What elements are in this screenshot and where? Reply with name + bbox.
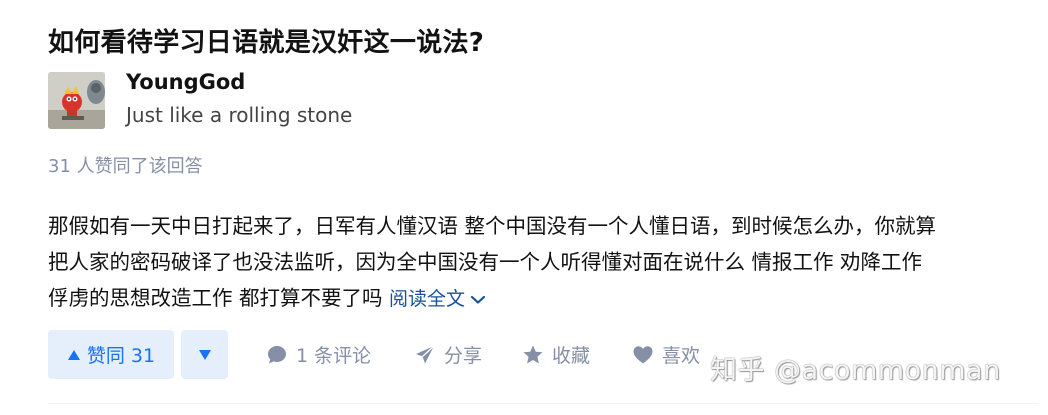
content-line: 那假如有一天中日打起来了，日军有人懂汉语 整个中国没有一个人懂日语，到时候怎么办… (48, 214, 937, 238)
downvote-button[interactable] (181, 330, 228, 379)
read-more-link[interactable]: 阅读全文 (389, 288, 487, 310)
author-name[interactable]: YoungGod (126, 70, 245, 94)
star-icon (523, 345, 543, 363)
heart-icon (633, 345, 653, 363)
question-title[interactable]: 如何看待学习日语就是汉奸这一说法? (48, 22, 484, 59)
like-label: 喜欢 (662, 345, 701, 367)
favorite-label: 收藏 (552, 345, 591, 367)
divider (48, 403, 1038, 404)
triangle-up-icon (67, 349, 80, 360)
answer-card: 如何看待学习日语就是汉奸这一说法? YoungGod Just like a r… (0, 0, 1048, 415)
comment-label: 1 条评论 (296, 345, 372, 367)
content-line-last: 俘虏的思想改造工作 都打算不要了吗 阅读全文 (48, 280, 1033, 317)
upvote-button[interactable]: 赞同 31 (48, 330, 174, 379)
comment-icon (268, 345, 286, 363)
author-avatar[interactable] (48, 72, 105, 129)
comment-button[interactable]: 1 条评论 (266, 330, 371, 379)
upvote-label: 赞同 31 (86, 345, 156, 367)
read-more-label[interactable]: 阅读全文 (389, 288, 465, 310)
voters-count[interactable]: 31 人赞同了该回答 (48, 152, 203, 178)
author-bio: Just like a rolling stone (126, 103, 353, 127)
triangle-down-icon (198, 349, 211, 360)
favorite-button[interactable]: 收藏 (522, 330, 590, 379)
content-line-text: 俘虏的思想改造工作 都打算不要了吗 (48, 286, 383, 310)
share-icon (416, 344, 435, 363)
chevron-down-icon (470, 295, 486, 304)
watermark: 知乎 @acommonman (710, 355, 1001, 386)
avatar-image (48, 72, 105, 129)
share-label: 分享 (444, 345, 483, 367)
like-button[interactable]: 喜欢 (632, 330, 700, 379)
answer-content[interactable]: 那假如有一天中日打起来了，日军有人懂汉语 整个中国没有一个人懂日语，到时候怎么办… (48, 208, 1033, 317)
share-button[interactable]: 分享 (414, 330, 482, 379)
content-line: 把人家的密码破译了也没法监听，因为全中国没有一个人听得懂对面在说什么 情报工作 … (48, 250, 923, 274)
